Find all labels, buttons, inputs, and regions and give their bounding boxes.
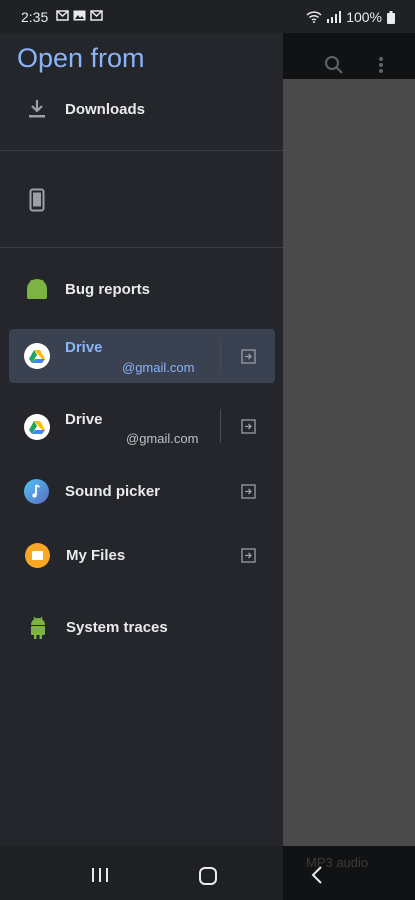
signal-icon	[327, 11, 342, 23]
wifi-icon	[306, 11, 322, 23]
home-icon[interactable]	[198, 866, 218, 886]
notification-icons	[56, 10, 103, 21]
divider	[0, 150, 283, 151]
root-system-traces[interactable]: System traces	[0, 606, 283, 651]
background-toolbar	[283, 33, 415, 79]
eject-icon[interactable]	[241, 548, 256, 563]
music-note-icon	[24, 479, 49, 504]
root-my-files[interactable]: My Files	[0, 534, 283, 579]
android-icon	[31, 616, 45, 639]
status-time: 2:35	[21, 9, 49, 25]
folder-icon	[25, 543, 50, 568]
gmail-icon	[56, 10, 69, 21]
root-drive-account-1[interactable]: Drive @gmail.com	[0, 329, 283, 383]
phone-icon	[29, 188, 45, 212]
eject-icon[interactable]	[241, 484, 256, 499]
drive-icon	[24, 343, 50, 369]
navigation-drawer: Open from Downloads Bug reports Drive @g…	[0, 33, 283, 846]
battery-percent: 100%	[346, 9, 382, 25]
status-bar: 2:35 100%	[0, 0, 415, 33]
root-sound-picker[interactable]: Sound picker	[0, 470, 283, 515]
separator	[220, 339, 221, 373]
divider	[0, 247, 283, 248]
root-label: Drive	[65, 411, 103, 428]
root-downloads[interactable]: Downloads	[0, 88, 283, 133]
root-account: @gmail.com	[126, 431, 199, 446]
root-label: Drive	[65, 339, 103, 356]
root-label: My Files	[66, 547, 126, 564]
android-icon	[27, 279, 47, 299]
root-label: Bug reports	[65, 281, 151, 298]
more-options-icon[interactable]	[377, 55, 385, 80]
download-icon	[29, 100, 45, 118]
system-nav-bar	[0, 846, 283, 900]
root-bug-reports[interactable]: Bug reports	[0, 268, 283, 313]
drive-icon	[24, 414, 50, 440]
back-area	[283, 846, 415, 900]
eject-icon[interactable]	[241, 419, 256, 434]
root-drive-account-2[interactable]: Drive @gmail.com	[0, 403, 283, 453]
root-label: Sound picker	[65, 483, 161, 500]
image-icon	[73, 10, 86, 21]
background-content	[283, 79, 415, 846]
search-icon[interactable]	[324, 55, 344, 80]
root-account: @gmail.com	[122, 360, 195, 375]
battery-icon	[387, 10, 395, 24]
back-icon[interactable]	[311, 865, 323, 885]
gmail-icon	[90, 10, 103, 21]
root-label: Downloads	[65, 101, 146, 118]
eject-icon[interactable]	[241, 349, 256, 364]
recents-icon[interactable]	[91, 867, 109, 883]
drawer-title: Open from	[17, 43, 145, 73]
root-label: System traces	[66, 619, 168, 636]
separator	[220, 409, 221, 443]
root-device[interactable]	[0, 178, 283, 223]
